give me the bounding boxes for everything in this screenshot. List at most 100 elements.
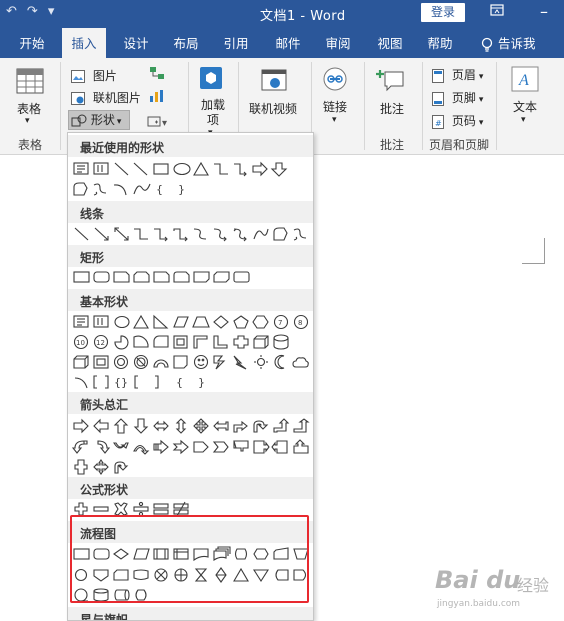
block-arrows-row-2[interactable] [68, 437, 313, 457]
picture-icon [71, 70, 85, 83]
shapes-dropdown-icon: ▾ [116, 117, 122, 127]
shapes-label: 形状 [90, 113, 115, 127]
basic-shapes-icons[interactable] [72, 353, 312, 371]
document-title: 文档1 - Word [260, 9, 346, 24]
svg-text:}: } [178, 183, 185, 196]
undo-icon[interactable]: ↶ [6, 4, 17, 19]
rectangles-icons[interactable] [72, 268, 312, 286]
footer-icon [432, 91, 444, 106]
basic-shapes-row-4[interactable]: {} { } [68, 372, 313, 392]
lines-icons[interactable] [72, 225, 312, 243]
category-title: 基本形状 [80, 295, 129, 309]
basic-shapes-row-2[interactable]: 10 12 [68, 332, 313, 352]
category-title: 线条 [80, 207, 105, 221]
picture-button[interactable]: 图片 [71, 67, 117, 84]
online-video-button[interactable]: 联机视频 [249, 100, 297, 117]
comment-button[interactable]: 批注 [380, 100, 404, 117]
basic-shapes-icons[interactable]: {} { } [72, 373, 312, 391]
page-number-dropdown-icon: ▾ [478, 118, 484, 128]
tell-me-label: 告诉我 [498, 36, 536, 51]
online-picture-button[interactable]: 联机图片 [71, 89, 141, 106]
block-arrows-icons[interactable] [72, 458, 312, 476]
tab-review[interactable]: 审阅 [316, 28, 360, 58]
header-button[interactable]: 页眉 ▾ [432, 66, 483, 83]
tab-design[interactable]: 设计 [114, 28, 158, 58]
link-dropdown-icon[interactable]: ▾ [332, 115, 337, 125]
block-arrows-icons[interactable] [72, 438, 312, 456]
tab-home[interactable]: 开始 [10, 28, 54, 58]
header-label: 页眉 [451, 68, 476, 82]
watermark-logo: Bai du [435, 566, 521, 594]
shapes-button[interactable]: 形状 ▾ [68, 110, 130, 130]
tell-me-box[interactable]: 告诉我 [480, 28, 536, 58]
redo-icon[interactable]: ↷ [27, 4, 38, 19]
svg-text:12: 12 [96, 339, 105, 347]
tab-view[interactable]: 视图 [368, 28, 412, 58]
title-bar: ↶ ↷ ▾ 文档1 - Word 登录 – [0, 0, 564, 28]
group-separator [422, 62, 423, 150]
recent-shapes-icons[interactable]: { } [72, 180, 312, 198]
svg-text:{: { [156, 183, 163, 196]
lightbulb-icon [481, 37, 493, 52]
svg-text:8: 8 [298, 319, 302, 327]
ribbon-tab-bar: 开始 插入 设计 布局 引用 邮件 审阅 视图 帮助 告诉我 [0, 28, 564, 58]
basic-shapes-row-1[interactable]: 7 8 [68, 312, 313, 332]
header-dropdown-icon: ▾ [478, 72, 484, 82]
group-separator [60, 62, 61, 150]
footer-label: 页脚 [451, 91, 476, 105]
svg-text:}: } [198, 376, 205, 389]
group-label-comments: 批注 [380, 138, 405, 152]
basic-shapes-icons[interactable]: 10 12 [72, 333, 312, 351]
link-icon [322, 66, 348, 95]
page-margin-corner-mark [522, 238, 545, 264]
recent-shapes-row-1[interactable] [68, 159, 313, 179]
online-video-icon [261, 68, 287, 95]
online-picture-label: 联机图片 [92, 91, 141, 105]
block-arrows-row-1[interactable] [68, 416, 313, 436]
dropdown-icon[interactable]: ▾ [48, 4, 55, 19]
online-picture-icon [71, 92, 85, 105]
addins-button[interactable]: 加载 项 [201, 98, 225, 128]
category-rectangles: 矩形 [68, 245, 313, 267]
quick-access-toolbar: ↶ ↷ ▾ [6, 4, 54, 19]
page-number-icon: # [432, 114, 444, 129]
tab-layout[interactable]: 布局 [164, 28, 208, 58]
screenshot-icon[interactable]: ▾ [147, 114, 173, 131]
basic-shapes-icons[interactable]: 7 8 [72, 313, 312, 331]
tab-insert[interactable]: 插入 [62, 28, 106, 58]
comment-icon [375, 68, 405, 95]
text-button[interactable]: 文本 [513, 98, 537, 115]
tab-references[interactable]: 引用 [214, 28, 258, 58]
addins-icon [199, 66, 223, 93]
svg-text:7: 7 [278, 319, 282, 327]
watermark-url: jingyan.baidu.com [437, 599, 521, 609]
table-dropdown-icon[interactable]: ▾ [25, 116, 30, 126]
picture-label: 图片 [92, 69, 117, 83]
minimize-icon[interactable]: – [540, 2, 548, 21]
svg-text:{}: {} [114, 376, 128, 389]
tab-help[interactable]: 帮助 [418, 28, 462, 58]
lines-row[interactable] [68, 224, 313, 244]
table-button[interactable]: 表格 [17, 100, 41, 117]
group-label-tables: 表格 [18, 138, 43, 152]
smartart-icon[interactable] [149, 66, 165, 83]
category-title: 星与旗帜 [80, 613, 129, 621]
page-number-button[interactable]: # 页码 ▾ [432, 112, 483, 129]
watermark: Bai du 经验 jingyan.baidu.com [435, 566, 560, 614]
recent-shapes-icons[interactable] [72, 160, 312, 178]
recent-shapes-row-2[interactable]: { } [68, 179, 313, 199]
block-arrows-icons[interactable] [72, 417, 312, 435]
rectangles-row[interactable] [68, 267, 313, 287]
link-button[interactable]: 链接 [323, 98, 347, 115]
login-button[interactable]: 登录 [421, 3, 465, 22]
basic-shapes-row-3[interactable] [68, 352, 313, 372]
table-icon [16, 68, 44, 97]
category-recent-shapes: 最近使用的形状 [68, 135, 313, 157]
text-dropdown-icon[interactable]: ▾ [521, 115, 526, 125]
chart-icon[interactable] [149, 89, 165, 106]
ribbon-display-options-icon[interactable] [490, 4, 504, 20]
tab-mailings[interactable]: 邮件 [266, 28, 310, 58]
footer-button[interactable]: 页脚 ▾ [432, 89, 483, 106]
group-separator [364, 62, 365, 150]
block-arrows-row-3[interactable] [68, 457, 313, 477]
